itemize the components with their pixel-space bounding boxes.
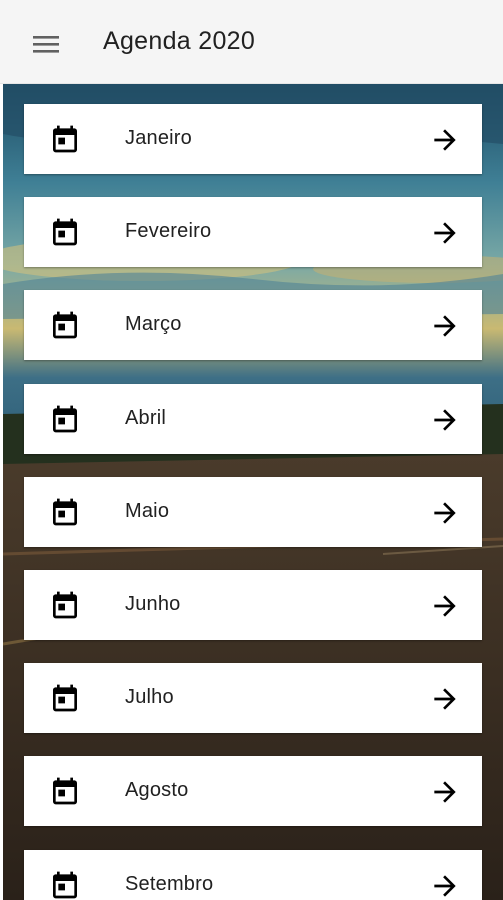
calendar-today-icon [53,777,77,805]
app-screen: Agenda 2020 Janeiro Fevereiro Março Abri… [0,0,503,900]
month-label: Setembro [125,872,214,895]
month-item-maio[interactable]: Maio [24,476,482,547]
menu-button[interactable] [22,22,70,66]
arrow-forward-icon[interactable] [429,870,461,900]
month-item-março[interactable]: Março [24,290,482,361]
month-label: Maio [125,499,170,522]
month-item-abril[interactable]: Abril [24,383,482,454]
month-item-setembro[interactable]: Setembro [24,849,482,900]
arrow-forward-icon[interactable] [429,776,461,808]
calendar-today-icon [53,218,77,246]
month-item-fevereiro[interactable]: Fevereiro [24,197,482,268]
month-label: Março [125,313,182,336]
month-item-julho[interactable]: Julho [24,663,482,734]
calendar-today-icon [53,312,77,339]
month-label: Junho [125,592,181,615]
arrow-forward-icon[interactable] [429,683,461,715]
page-title: Agenda 2020 [103,27,256,55]
calendar-today-icon [53,405,77,432]
calendar-today-icon [53,125,77,153]
month-label: Fevereiro [125,220,212,243]
month-label: Abril [125,406,167,429]
arrow-forward-icon[interactable] [429,310,461,342]
arrow-forward-icon[interactable] [429,217,461,249]
month-label: Julho [125,686,174,709]
arrow-forward-icon[interactable] [429,124,461,156]
month-label: Janeiro [125,127,192,149]
arrow-forward-icon[interactable] [429,590,461,622]
month-item-junho[interactable]: Junho [24,569,482,640]
arrow-forward-icon[interactable] [429,497,461,529]
month-item-janeiro[interactable]: Janeiro [24,104,482,174]
calendar-today-icon [53,871,77,898]
calendar-today-icon [53,591,77,619]
calendar-today-icon [53,684,77,712]
month-label: Agosto [125,779,189,802]
arrow-forward-icon[interactable] [429,404,461,436]
menu-icon [33,36,59,53]
calendar-today-icon [53,498,77,526]
app-bar: Agenda 2020 [0,0,503,84]
month-item-agosto[interactable]: Agosto [24,756,482,827]
month-list: Janeiro Fevereiro Março Abril Maio Junho… [24,104,482,900]
